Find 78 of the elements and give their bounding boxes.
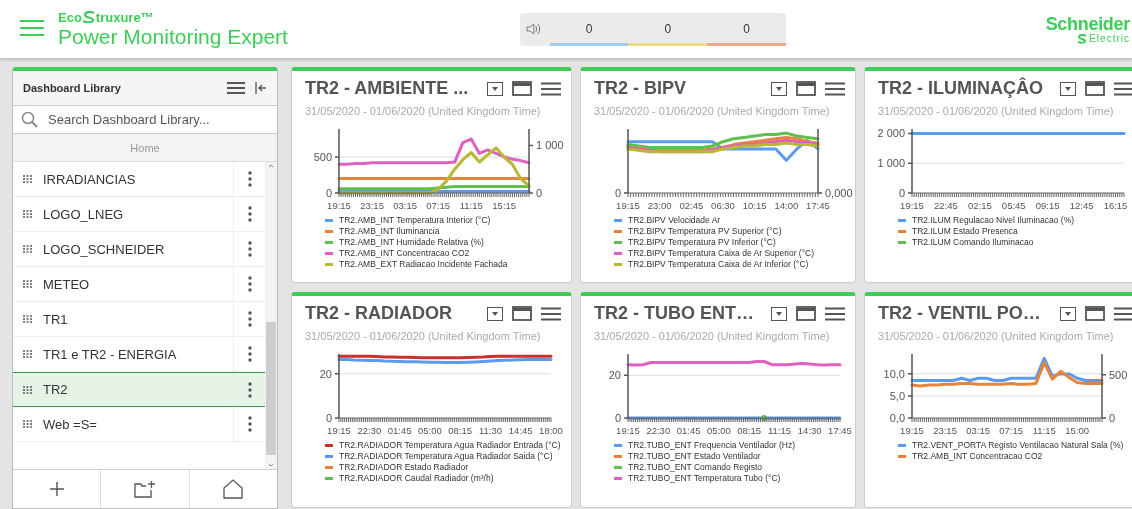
axis-label: 07:15 — [999, 425, 1023, 436]
axis-label: 15:15 — [492, 200, 517, 211]
date-range: 31/05/2020 - 01/06/2020 (United Kingdom Time) — [594, 330, 831, 342]
axis-label: 5,0 — [889, 389, 905, 402]
axis-label: 19:15 — [327, 200, 351, 211]
axis-label: 14:00 — [774, 200, 799, 211]
axis-label: 2 000 — [878, 127, 905, 140]
card-title: TR2 - RADIADOR — [305, 303, 453, 324]
axis-label: 10:15 — [742, 200, 767, 211]
date-range: 31/05/2020 - 01/06/2020 (United Kingdom Time) — [878, 105, 1115, 117]
axis-label: 03:15 — [966, 425, 990, 436]
axis-label: 02:15 — [967, 200, 992, 211]
axis-label: 500 — [313, 151, 332, 164]
axis-label: 01:45 — [387, 425, 412, 436]
vendor-name: Schneider — [1045, 14, 1130, 34]
axis-label: 08:15 — [737, 425, 762, 436]
axis-label: 22:45 — [934, 200, 958, 211]
product-name: Power Monitoring Expert — [58, 24, 288, 49]
date-range: 31/05/2020 - 01/06/2020 (United Kingdom Time) — [305, 330, 542, 342]
axis-label: 22:30 — [357, 425, 382, 436]
card-title: TR2 - VENTIL PO… — [878, 303, 1042, 324]
axis-label: 23:15 — [933, 425, 957, 436]
axis-label: 05:00 — [417, 425, 442, 436]
axis-label: 500 — [1109, 368, 1128, 381]
axis-label: 14:45 — [508, 425, 533, 436]
axis-label: 23:00 — [647, 200, 672, 211]
axis-label: 22:30 — [646, 425, 671, 436]
axis-label: 0,0 — [889, 412, 905, 424]
axis-label: 01:45 — [676, 425, 701, 436]
axis-label: 0 — [325, 187, 332, 199]
axis-label: 18:00 — [539, 425, 563, 436]
card-title: TR2 - TUBO ENT… — [594, 303, 755, 324]
axis-label: 11:15 — [767, 425, 791, 436]
axis-label: 05:00 — [706, 425, 731, 436]
axis-label: 20 — [608, 369, 621, 382]
axis-label: 19:15 — [900, 200, 924, 211]
vendor-subname: Electric — [1089, 33, 1130, 44]
date-range: 31/05/2020 - 01/06/2020 (United Kingdom Time) — [878, 330, 1115, 342]
axis-label: 0,000 — [825, 187, 853, 199]
axis-label: 19:15 — [900, 425, 924, 436]
axis-label: 23:15 — [360, 200, 384, 211]
axis-label: 10,0 — [883, 367, 905, 380]
axis-label: 05:45 — [1001, 200, 1026, 211]
axis-label: 0 — [325, 412, 332, 424]
date-range: 31/05/2020 - 01/06/2020 (United Kingdom Time) — [305, 105, 542, 117]
axis-label: 0 — [614, 187, 621, 199]
axis-label: 19:15 — [616, 200, 640, 211]
card-title: TR2 - BIPV — [594, 78, 687, 99]
date-range: 31/05/2020 - 01/06/2020 (United Kingdom Time) — [594, 105, 831, 117]
axis-label: 11:30 — [478, 425, 502, 436]
axis-label: 0 — [614, 412, 621, 424]
axis-label: 0 — [898, 187, 905, 199]
axis-label: 06:30 — [711, 200, 735, 211]
axis-label: 1 000 — [878, 157, 905, 170]
axis-label: 20 — [319, 367, 332, 380]
axis-label: 08:15 — [448, 425, 473, 436]
axis-label: 19:15 — [616, 425, 640, 436]
axis-label: 0 — [536, 187, 543, 199]
axis-label: 1 000 — [536, 139, 564, 152]
brand-suffix: truxure™ — [95, 9, 154, 25]
axis-label: 17:45 — [828, 425, 852, 436]
card-title: TR2 - ILUMINAÇÂO — [878, 78, 1044, 99]
card-title: TR2 - AMBIENTE ... — [305, 78, 470, 99]
axis-label: 0 — [1109, 412, 1116, 424]
axis-label: 19:15 — [327, 425, 351, 436]
axis-label: 17:45 — [806, 200, 830, 211]
axis-label: 16:15 — [1103, 200, 1128, 211]
axis-label: 07:15 — [426, 200, 450, 211]
brand-prefix: Eco — [58, 9, 82, 25]
panel-title: Dashboard Library — [23, 82, 122, 94]
axis-label: 11:15 — [459, 200, 483, 211]
axis-label: 14:30 — [797, 425, 822, 436]
axis-label: 03:15 — [393, 200, 417, 211]
axis-label: 09:15 — [1035, 200, 1060, 211]
axis-label: 02:45 — [679, 200, 704, 211]
axis-label: 15:00 — [1065, 425, 1090, 436]
axis-label: 11:15 — [1032, 425, 1056, 436]
axis-label: 12:45 — [1069, 200, 1094, 211]
